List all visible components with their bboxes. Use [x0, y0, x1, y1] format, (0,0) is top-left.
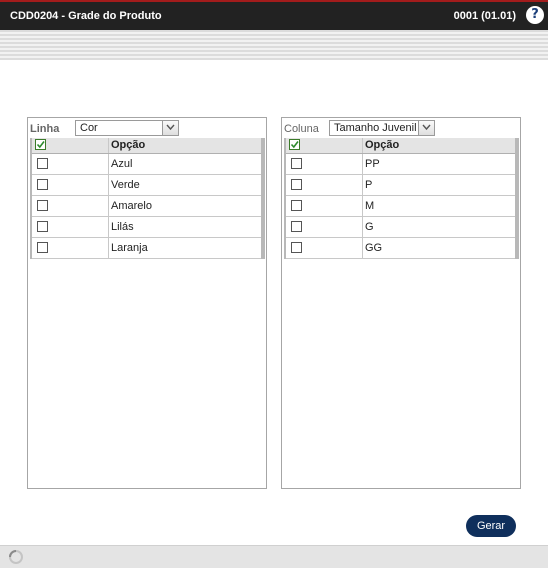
- option-label: G: [365, 221, 374, 233]
- chevron-down-icon[interactable]: [418, 121, 434, 135]
- row-selector[interactable]: Cor: [75, 120, 179, 136]
- table-row[interactable]: M: [286, 196, 515, 217]
- option-label: P: [365, 179, 373, 191]
- table-row[interactable]: Azul: [32, 154, 261, 175]
- table-row[interactable]: P: [286, 175, 515, 196]
- table-row[interactable]: G: [286, 217, 515, 238]
- table-row[interactable]: Verde: [32, 175, 261, 196]
- table-row[interactable]: GG: [286, 238, 515, 259]
- row-checkbox[interactable]: [291, 158, 302, 169]
- row-checkbox[interactable]: [37, 158, 48, 169]
- row-checkbox[interactable]: [37, 221, 48, 232]
- table-row[interactable]: Laranja: [32, 238, 261, 259]
- loading-spinner-icon: [8, 549, 24, 565]
- column-selector-label: Coluna: [284, 123, 319, 135]
- option-label: GG: [365, 242, 383, 254]
- generate-button[interactable]: Gerar: [466, 515, 516, 537]
- row-selector-value: Cor: [80, 122, 98, 134]
- row-checkbox[interactable]: [291, 242, 302, 253]
- column-selector-value: Tamanho Juvenil: [334, 122, 417, 134]
- option-label: PP: [365, 158, 380, 170]
- chevron-down-icon[interactable]: [162, 121, 178, 135]
- grid-header: Opção: [286, 138, 515, 154]
- row-checkbox[interactable]: [37, 179, 48, 190]
- status-bar: [0, 545, 548, 568]
- column-selector[interactable]: Tamanho Juvenil: [329, 120, 435, 136]
- row-checkbox[interactable]: [291, 179, 302, 190]
- column-header-option: Opção: [111, 139, 146, 151]
- row-selector-label: Linha: [30, 123, 60, 135]
- table-row[interactable]: Lilás: [32, 217, 261, 238]
- left-panel: Linha Cor Opção Azul Verde Amarelo Lilás…: [27, 117, 267, 489]
- toolbar-stripes: [0, 30, 548, 60]
- grid-header: Opção: [32, 138, 261, 154]
- table-row[interactable]: Amarelo: [32, 196, 261, 217]
- option-label: Verde: [111, 179, 140, 191]
- option-label: Azul: [111, 158, 133, 170]
- option-label: Laranja: [111, 242, 148, 254]
- page-title: CDD0204 - Grade do Produto: [10, 10, 162, 22]
- table-row[interactable]: PP: [286, 154, 515, 175]
- select-all-checkbox[interactable]: [289, 139, 300, 150]
- title-bar: CDD0204 - Grade do Produto 0001 (01.01) …: [0, 0, 548, 30]
- right-panel: Coluna Tamanho Juvenil Opção PP P M G GG: [281, 117, 521, 489]
- row-checkbox[interactable]: [291, 200, 302, 211]
- question-icon[interactable]: ?: [526, 6, 544, 24]
- row-checkbox[interactable]: [37, 242, 48, 253]
- option-label: Lilás: [111, 221, 134, 233]
- option-label: M: [365, 200, 375, 212]
- row-checkbox[interactable]: [37, 200, 48, 211]
- left-options-grid: Opção Azul Verde Amarelo Lilás Laranja: [30, 138, 265, 259]
- company-code: 0001 (01.01): [453, 10, 516, 22]
- option-label: Amarelo: [111, 200, 152, 212]
- column-header-option: Opção: [365, 139, 400, 151]
- right-options-grid: Opção PP P M G GG: [284, 138, 519, 259]
- row-checkbox[interactable]: [291, 221, 302, 232]
- select-all-checkbox[interactable]: [35, 139, 46, 150]
